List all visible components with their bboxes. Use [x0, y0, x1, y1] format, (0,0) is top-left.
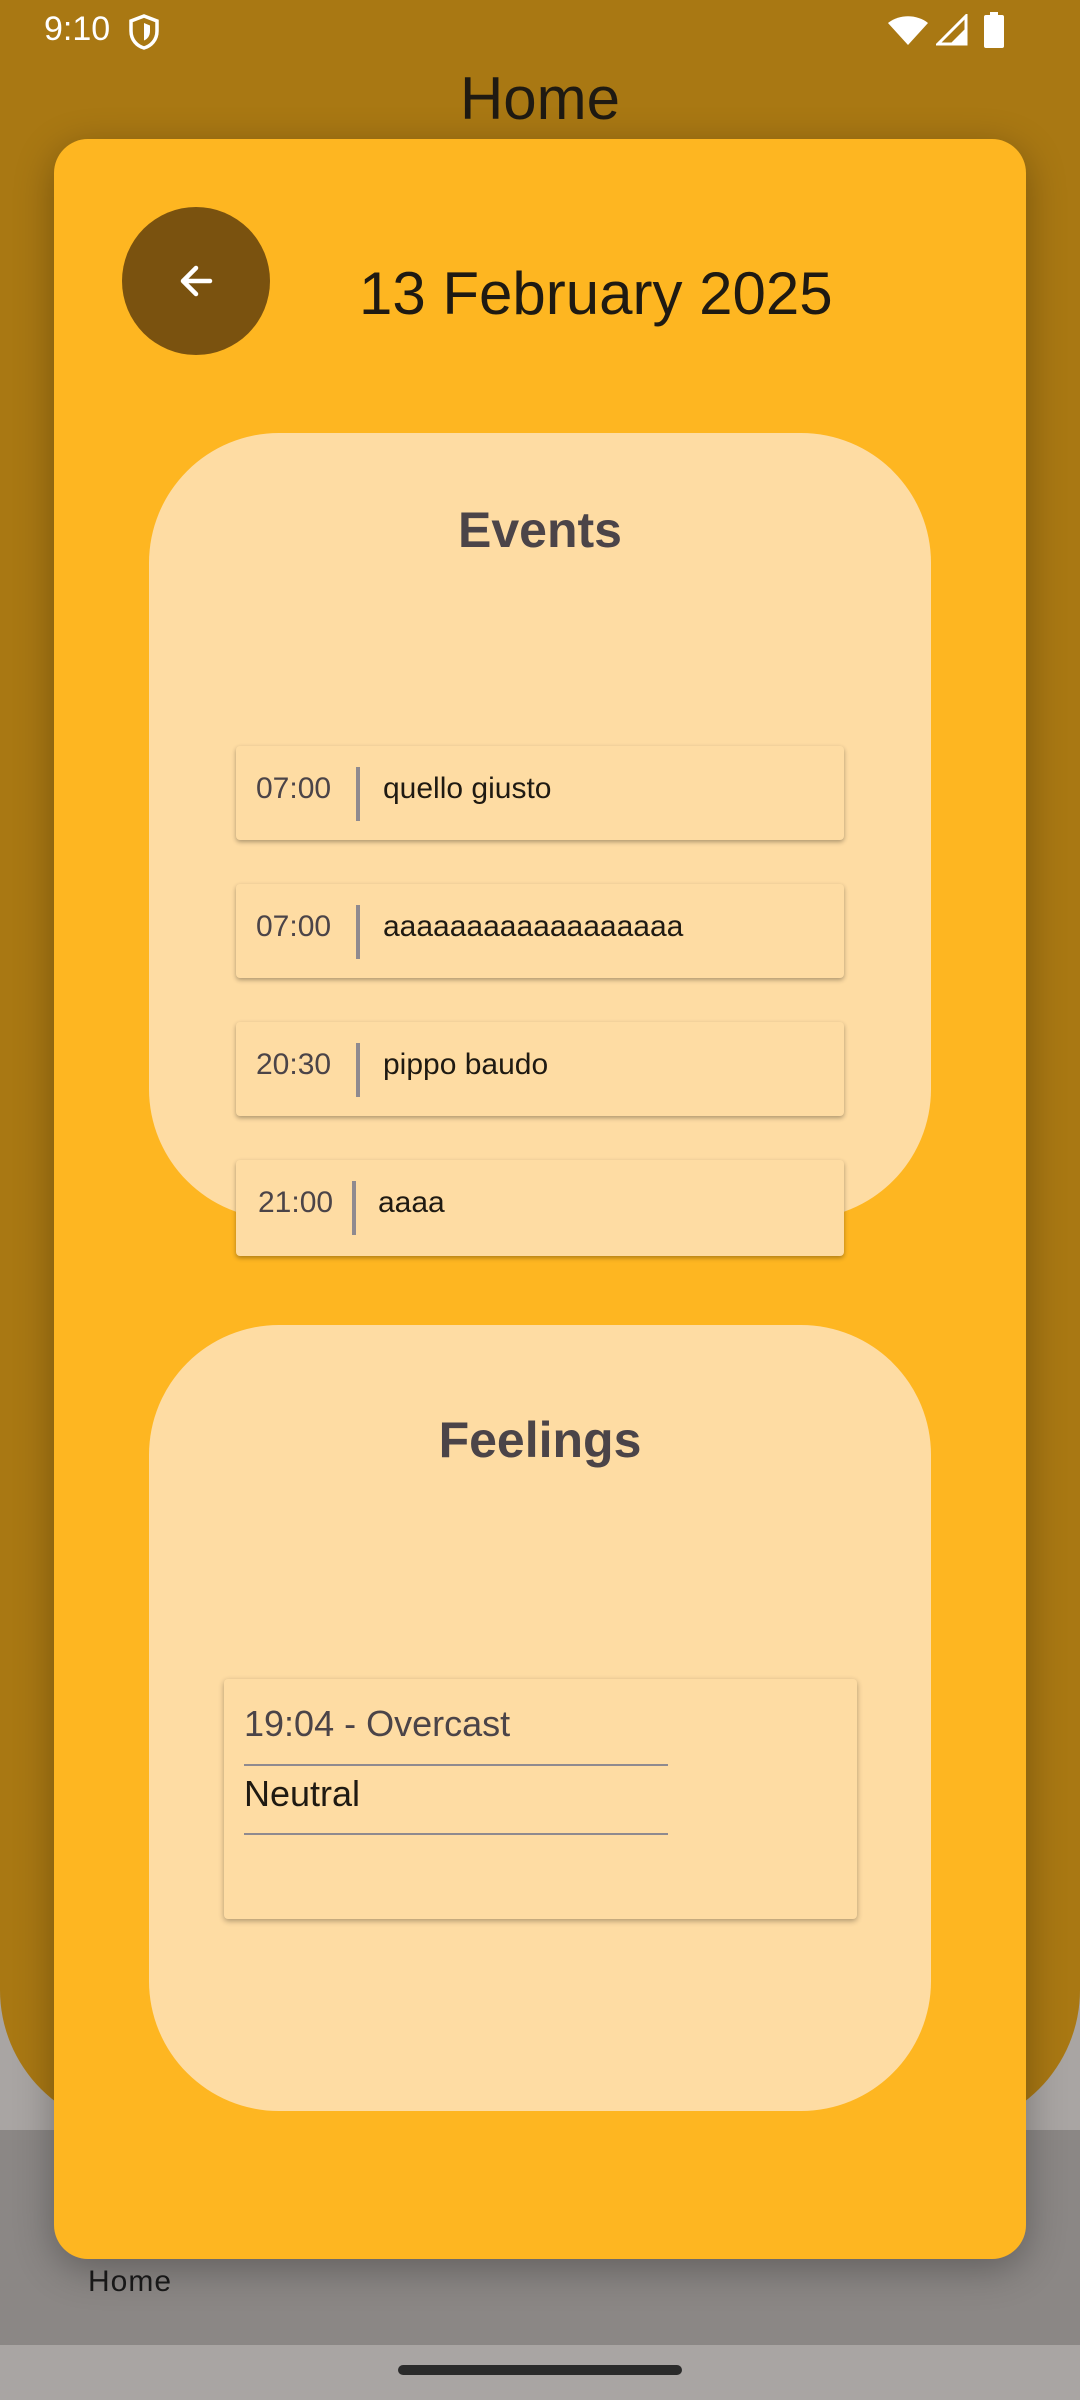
- event-divider: [356, 905, 360, 959]
- feeling-underline: [244, 1833, 668, 1835]
- page-title: Home: [459, 65, 621, 132]
- event-time: 21:00: [258, 1186, 334, 1219]
- event-row[interactable]: 07:00 quello giusto: [236, 746, 844, 840]
- dialog-date: 13 February 2025: [359, 260, 833, 327]
- event-name: quello giusto: [383, 772, 552, 805]
- event-divider: [356, 1043, 360, 1097]
- event-row[interactable]: 20:30 pippo baudo: [236, 1022, 844, 1116]
- feeling-entry[interactable]: 19:04 - Overcast Neutral: [224, 1679, 857, 1919]
- gesture-bar[interactable]: [398, 2365, 682, 2375]
- event-row[interactable]: 07:00 aaaaaaaaaaaaaaaaaa: [236, 884, 844, 978]
- event-name: aaaa: [378, 1186, 445, 1219]
- feeling-time-weather: 19:04 - Overcast: [244, 1703, 511, 1744]
- event-divider: [352, 1181, 356, 1235]
- event-name: pippo baudo: [383, 1048, 549, 1081]
- feelings-card: Feelings 19:04 - Overcast Neutral: [149, 1325, 931, 2111]
- event-name: aaaaaaaaaaaaaaaaaa: [383, 910, 684, 943]
- events-card: Events 07:00 quello giusto 07:00 aaaaaaa…: [149, 433, 931, 1256]
- signal-icon: [936, 14, 968, 46]
- bottom-nav-label-home[interactable]: Home: [88, 2265, 172, 2299]
- status-time: 9:10: [44, 10, 111, 48]
- feeling-underline: [244, 1764, 668, 1766]
- feelings-title: Feelings: [438, 1412, 642, 1468]
- battery-icon: [984, 12, 1004, 48]
- events-title: Events: [458, 502, 622, 558]
- arrow-back-icon: [180, 265, 213, 297]
- event-time: 20:30: [256, 1048, 332, 1081]
- shield-icon: [129, 14, 159, 50]
- back-button[interactable]: [122, 207, 270, 355]
- event-row[interactable]: 21:00 aaaa: [236, 1160, 844, 1256]
- day-detail-dialog: 13 February 2025 Events 07:00 quello giu…: [54, 139, 1026, 2259]
- status-bar: 9:10: [0, 0, 1080, 62]
- feeling-mood: Neutral: [244, 1773, 361, 1814]
- wifi-icon: [888, 16, 928, 45]
- event-time: 07:00: [256, 772, 332, 805]
- event-time: 07:00: [256, 910, 332, 943]
- event-divider: [356, 767, 360, 821]
